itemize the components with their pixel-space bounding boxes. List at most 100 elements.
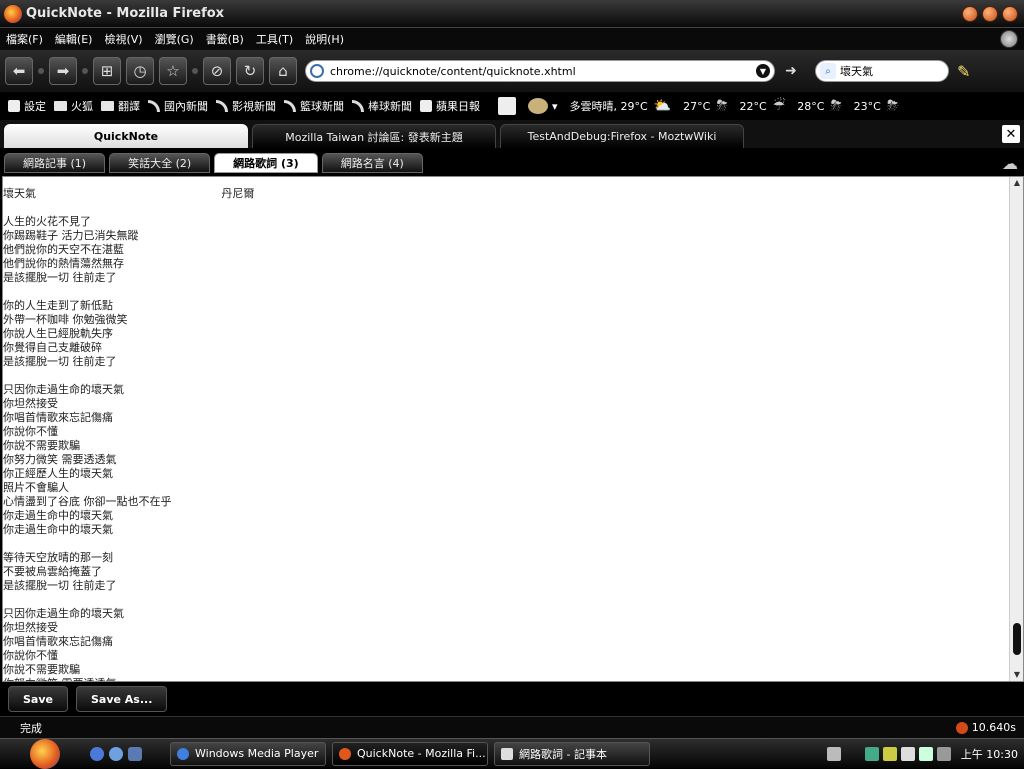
tab-mozilla-taiwan[interactable]: Mozilla Taiwan 討論區: 發表新主題	[252, 124, 496, 148]
scroll-down-arrow-icon[interactable]: ▼	[1012, 670, 1022, 680]
partly-cloudy-icon: ⛅	[653, 98, 672, 114]
display-icon[interactable]	[918, 746, 933, 761]
weather-ext-button[interactable]: ▾	[528, 98, 558, 114]
save-as-button[interactable]: Save As...	[75, 686, 168, 712]
rain-icon: ☔	[772, 98, 786, 114]
arrow-right-icon: ➡	[56, 62, 70, 80]
history-button[interactable]: ◷	[126, 57, 154, 85]
bookmark-entertainment-news[interactable]: 影視新聞	[216, 98, 276, 114]
load-timer: 10.640s	[955, 721, 1016, 734]
weather-forecast-3[interactable]: 28°C ⛈	[797, 98, 841, 114]
thunderstorm-icon: ⛈	[716, 98, 728, 114]
quicknote-button[interactable]	[498, 97, 520, 115]
search-input[interactable]	[840, 64, 930, 78]
stop-button[interactable]: ⊘	[203, 57, 231, 85]
scrollbar[interactable]: ▲ ▼	[1009, 177, 1023, 681]
bookmark-baseball-news[interactable]: 棒球新聞	[352, 98, 412, 114]
site-identity-icon	[310, 64, 324, 78]
bookmark-folder-firefox[interactable]: 火狐	[54, 98, 93, 114]
back-history-dot-icon[interactable]	[38, 68, 44, 74]
menu-help[interactable]: 說明(H)	[299, 31, 350, 47]
close-tab-button[interactable]: ✕	[1002, 125, 1020, 143]
plus-icon: ⊞	[100, 62, 114, 80]
network-icon[interactable]	[864, 746, 879, 761]
weather-current[interactable]: 多雲時晴, 29°C ⛅	[570, 98, 672, 114]
menu-file[interactable]: 檔案(F)	[0, 31, 49, 47]
weather-forecast-4[interactable]: 23°C ⛈	[854, 98, 898, 114]
menu-view[interactable]: 檢視(V)	[98, 31, 148, 47]
close-window-button[interactable]	[1002, 5, 1018, 22]
bookmark-button[interactable]: ☆	[159, 57, 187, 85]
scroll-thumb[interactable]	[1013, 623, 1021, 655]
bookmark-settings[interactable]: 設定	[8, 98, 46, 114]
save-button[interactable]: Save	[8, 686, 68, 712]
quicknote-tab-4[interactable]: 網路名言 (4)	[321, 153, 423, 173]
page-icon	[420, 100, 432, 112]
bookmark-apple-daily[interactable]: 蘋果日報	[420, 98, 480, 114]
quicknote-tab-1[interactable]: 網路記事 (1)	[4, 153, 106, 173]
bookmark-label: 翻譯	[118, 100, 140, 113]
firefox-icon	[339, 747, 351, 760]
weather-forecast-2[interactable]: 22°C ☔	[740, 98, 786, 114]
rss-icon	[148, 100, 160, 112]
bookmark-folder-translate[interactable]: 翻譯	[101, 98, 140, 114]
menu-tools[interactable]: 工具(T)	[250, 31, 299, 47]
clock[interactable]: 上午 10:30	[961, 746, 1018, 762]
quicknote-settings-icon[interactable]: ☁	[1002, 154, 1018, 173]
rss-icon	[216, 100, 228, 112]
quicknote-tab-3[interactable]: 網路歌詞 (3)	[214, 153, 318, 173]
system-tray: 上午 10:30	[823, 739, 1024, 769]
bookmark-label: 設定	[24, 100, 46, 113]
quicknote-tabs: 網路記事 (1) 笑話大全 (2) 網路歌詞 (3) 網路名言 (4) ☁	[0, 150, 1024, 176]
home-icon: ⌂	[278, 62, 288, 80]
maximize-button[interactable]	[982, 5, 998, 22]
menu-go[interactable]: 瀏覽(G)	[149, 31, 200, 47]
tab-moztw-wiki[interactable]: TestAndDebug:Firefox - MoztwWiki	[500, 124, 744, 148]
thunderstorm-icon: ⛈	[886, 98, 899, 114]
quicklaunch-media-icon[interactable]	[90, 746, 104, 761]
taskbar-item-label: 網路歌詞 - 記事本	[519, 747, 607, 761]
taskbar-item-firefox[interactable]: QuickNote - Mozilla Fi...	[332, 741, 488, 766]
quicknote-tab-2[interactable]: 笑話大全 (2)	[109, 153, 211, 173]
back-button[interactable]: ⬅	[5, 57, 33, 85]
rss-icon	[284, 100, 296, 112]
taskbar-item-media-player[interactable]: Windows Media Player	[170, 741, 326, 766]
forward-button[interactable]: ➡	[49, 57, 77, 85]
forward-history-dot-icon[interactable]	[82, 68, 88, 74]
timer-value: 10.640s	[971, 721, 1016, 734]
taskbar-item-notepad[interactable]: 網路歌詞 - 記事本	[494, 741, 650, 766]
url-input[interactable]	[330, 64, 756, 78]
bookmark-basketball-news[interactable]: 籃球新聞	[284, 98, 344, 114]
quicklaunch-ie-icon[interactable]	[109, 746, 123, 761]
notepad-icon	[498, 97, 516, 115]
highlighter-icon[interactable]: ✎	[957, 62, 970, 81]
volume-icon[interactable]	[936, 746, 951, 761]
bookmark-domestic-news[interactable]: 國內新聞	[148, 98, 208, 114]
start-button[interactable]	[30, 738, 60, 769]
url-dropdown-icon[interactable]: ▼	[756, 64, 770, 78]
chat-icon[interactable]	[900, 746, 915, 761]
reload-button[interactable]: ↻	[236, 57, 264, 85]
bookmark-label: 籃球新聞	[300, 100, 344, 113]
firefox-logo-icon	[4, 4, 22, 23]
home-button[interactable]: ⌂	[269, 57, 297, 85]
url-bar[interactable]: ▼	[305, 60, 775, 82]
page-icon	[8, 100, 20, 112]
scroll-up-arrow-icon[interactable]: ▲	[1012, 178, 1022, 188]
search-engine-icon[interactable]: ⌕	[820, 63, 836, 79]
go-button[interactable]: ➜	[781, 61, 801, 81]
menu-edit[interactable]: 編輯(E)	[49, 31, 99, 47]
note-textarea[interactable]: 壞天氣 丹尼爾 人生的火花不見了 你踢踢鞋子 活力已消失無蹤 他們說你的天空不在…	[3, 177, 1008, 681]
minimize-button[interactable]	[962, 5, 978, 22]
forecast-temp: 23°C	[853, 99, 881, 113]
quicklaunch-desktop-icon[interactable]	[128, 746, 142, 761]
tab-quicknote[interactable]: QuickNote	[4, 124, 248, 148]
menu-bookmarks[interactable]: 書籤(B)	[200, 31, 250, 47]
tab-bar: QuickNote Mozilla Taiwan 討論區: 發表新主題 Test…	[0, 120, 1024, 148]
new-tab-button[interactable]: ⊞	[93, 57, 121, 85]
tray-app-icon[interactable]	[882, 746, 897, 761]
search-bar[interactable]: ⌕	[815, 60, 949, 82]
keyboard-icon[interactable]	[826, 746, 841, 761]
weather-forecast-1[interactable]: 27°C ⛈	[683, 98, 727, 114]
separator-dot-icon	[192, 68, 198, 74]
